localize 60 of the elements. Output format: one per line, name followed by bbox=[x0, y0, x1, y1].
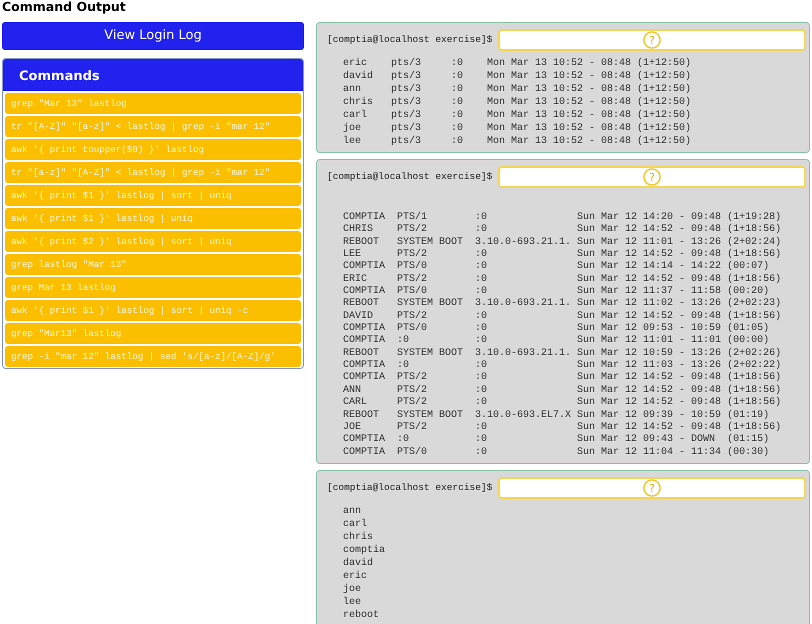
output-line: LEE PTS/2 :0 Sun Mar 12 14:52 - 09:48 (1+18:56) bbox=[343, 249, 782, 260]
output-line: REBOOT SYSTEM BOOT 3.10.0-693.21.1. Sun Mar 12 10:59 - 13:26 (2+02:26) bbox=[343, 348, 782, 360]
output-line: COMPTIA PTS/0 :0 Sun Mar 12 11:04 - 11:34 (00:30) bbox=[343, 446, 770, 459]
output-line: COMPTIA PTS/0 :0 Sun Mar 12 09:53 - 10:59 (01:05) bbox=[343, 323, 770, 334]
output-line: COMPTIA :0 :0 Sun Mar 12 11:01 - 11:01 (00:00) bbox=[343, 335, 770, 348]
answer-field[interactable]: ? bbox=[498, 476, 806, 499]
command-option[interactable]: grep -i "mar 12" lastlog | sed 's/[a-z]/[A-Z]/g' bbox=[5, 346, 301, 367]
answer-field[interactable]: ? bbox=[498, 29, 806, 51]
view-login-log-button[interactable]: View Login Log bbox=[2, 22, 304, 50]
output-line: CARL PTS/2 :0 Sun Mar 12 14:52 - 09:48 (1+18:56) bbox=[343, 397, 782, 410]
output-line: eric bbox=[343, 570, 368, 583]
command-option[interactable]: tr "[a-z]" "[A-Z]" < lastlog | grep -i "mar 12" bbox=[5, 162, 301, 183]
output-line: COMPTIA :0 :0 Sun Mar 12 11:03 - 13:26 (2+02:22) bbox=[343, 360, 782, 372]
output-line: joe pts/3 :0 Mon Mar 13 10:52 - 08:48 (1+12:50) bbox=[343, 122, 692, 135]
commands-header: Commands bbox=[3, 59, 303, 91]
output-line: DAVID PTS/2 :0 Sun Mar 12 14:52 - 09:48 (1+18:56) bbox=[343, 310, 782, 322]
output-line: REBOOT SYSTEM BOOT 3.10.0-693.EL7.X Sun Mar 12 09:39 - 10:59 (01:19) bbox=[343, 410, 770, 422]
command-option[interactable]: awk '{ print $1 }' lastlog | uniq bbox=[5, 208, 301, 229]
output-line: COMPTIA PTS/2 :0 Sun Mar 12 14:52 - 09:48 (1+18:56) bbox=[343, 372, 782, 384]
answer-field[interactable]: ? bbox=[498, 166, 806, 188]
output-line: ann bbox=[343, 504, 362, 518]
command-option[interactable]: grep "Mar13" lastlog bbox=[5, 323, 301, 344]
output-line: david pts/3 :0 Mon Mar 13 10:52 - 08:48 (1+12:50) bbox=[343, 70, 692, 83]
shell-prompt: [comptia@localhost exercise]$ bbox=[327, 480, 492, 495]
help-icon: ? bbox=[643, 168, 662, 186]
command-option[interactable]: grep lastlog "Mar 13" bbox=[5, 254, 301, 275]
command-option[interactable]: awk '{ print $2 }' lastlog | sort | uniq bbox=[5, 231, 301, 252]
output-line: david bbox=[343, 556, 374, 570]
output-line: REBOOT SYSTEM BOOT 3.10.0-693.21.1. Sun Mar 12 11:01 - 13:26 (2+02:24) bbox=[343, 236, 782, 248]
output-line: REBOOT SYSTEM BOOT 3.10.0-693.21.1. Sun Mar 12 11:02 - 13:26 (2+02:23) bbox=[343, 298, 782, 310]
output-line: ANN PTS/2 :0 Sun Mar 12 14:52 - 09:48 (1+18:56) bbox=[343, 384, 782, 396]
command-option[interactable]: tr "[A-Z]" "[a-z]" < lastlog | grep -i "mar 12" bbox=[5, 116, 301, 137]
command-option[interactable]: awk '{ print $1 }' lastlog | sort | uniq -c bbox=[5, 300, 301, 321]
output-line: eric pts/3 :0 Mon Mar 13 10:52 - 08:48 (1+12:50) bbox=[343, 57, 692, 70]
output-line: ann pts/3 :0 Mon Mar 13 10:52 - 08:48 (1+12:50) bbox=[343, 83, 692, 96]
output-line: CHRIS PTS/2 :0 Sun Mar 12 14:52 - 09:48 (1+18:56) bbox=[343, 224, 782, 236]
output-line: chris pts/3 :0 Mon Mar 13 10:52 - 08:48 (1+12:50) bbox=[343, 96, 692, 109]
command-option[interactable]: grep "Mar 13" lastlog bbox=[5, 93, 301, 114]
help-icon: ? bbox=[643, 31, 662, 49]
shell-prompt: [comptia@localhost exercise]$ bbox=[327, 170, 492, 184]
output-line: carl pts/3 :0 Mon Mar 13 10:52 - 08:48 (1+12:50) bbox=[343, 109, 692, 122]
help-icon: ? bbox=[643, 478, 662, 497]
output-line: ERIC PTS/2 :0 Sun Mar 12 14:52 - 09:48 (1+18:56) bbox=[343, 274, 782, 286]
output-line: carl bbox=[343, 518, 368, 531]
output-line: chris bbox=[343, 530, 374, 544]
command-option[interactable]: awk '{ print toupper($0) }' lastlog bbox=[5, 139, 301, 160]
output-line: COMPTIA PTS/0 :0 Sun Mar 12 14:14 - 14:22 (00:07) bbox=[343, 261, 770, 274]
output-line: lee bbox=[343, 596, 362, 609]
output-line: JOE PTS/2 :0 Sun Mar 12 14:52 - 09:48 (1+18:56) bbox=[343, 422, 782, 434]
output-line: lee pts/3 :0 Mon Mar 13 10:52 - 08:48 (1+12:50) bbox=[343, 135, 692, 148]
output-line: reboot bbox=[343, 608, 380, 622]
page-title: Command Output bbox=[1, 0, 127, 14]
output-line: comptia bbox=[343, 544, 386, 557]
output-line: joe bbox=[343, 582, 362, 596]
output-line: COMPTIA :0 :0 Sun Mar 12 09:43 - DOWN (01:15) bbox=[343, 434, 770, 446]
command-option[interactable]: awk '{ print $1 }' lastlog | sort | uniq bbox=[5, 185, 301, 206]
shell-prompt: [comptia@localhost exercise]$ bbox=[327, 32, 492, 47]
output-line: COMPTIA PTS/1 :0 Sun Mar 12 14:20 - 09:48 (1+19:28) bbox=[343, 212, 782, 224]
output-line: COMPTIA PTS/0 :0 Sun Mar 12 11:37 - 11:58 (00:20) bbox=[343, 286, 770, 298]
command-option[interactable]: grep Mar 13 lastlog bbox=[5, 277, 301, 298]
